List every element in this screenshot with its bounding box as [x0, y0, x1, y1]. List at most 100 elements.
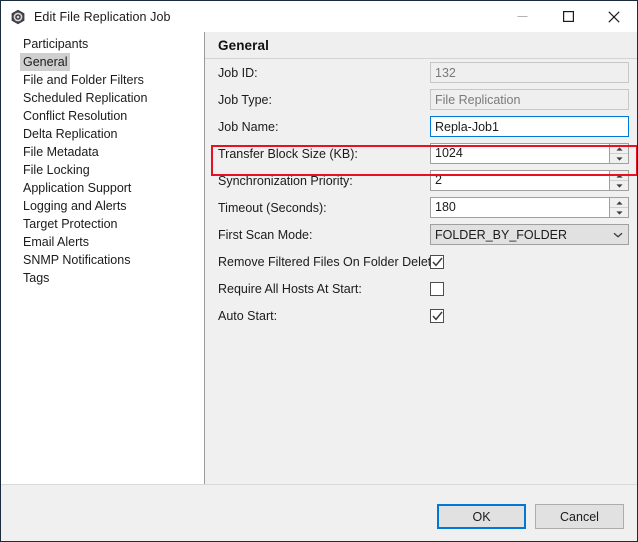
sync-priority-value: 2: [431, 171, 609, 190]
maximize-icon: [563, 11, 574, 22]
remove-filtered-files-checkbox[interactable]: [430, 255, 444, 269]
transfer-block-size-label: Transfer Block Size (KB):: [218, 147, 358, 161]
pane-header: General: [205, 32, 637, 59]
job-name-input[interactable]: [430, 116, 629, 137]
dialog-footer: OK Cancel: [1, 484, 637, 542]
spin-down-button[interactable]: [610, 208, 628, 217]
row-job-id: Job ID:: [205, 59, 637, 86]
row-job-name: Job Name:: [205, 113, 637, 140]
spin-up-button[interactable]: [610, 144, 628, 154]
sidebar-item-target-protection[interactable]: Target Protection: [1, 215, 204, 233]
job-type-label: Job Type:: [218, 93, 272, 107]
sidebar-item-list: ParticipantsGeneralFile and Folder Filte…: [1, 32, 204, 287]
job-name-label: Job Name:: [218, 120, 278, 134]
spin-down-button[interactable]: [610, 154, 628, 163]
first-scan-mode-label: First Scan Mode:: [218, 228, 312, 242]
sidebar-item-label: SNMP Notifications: [20, 251, 133, 269]
general-settings-pane: General Job ID: Job Type:: [205, 32, 637, 484]
sidebar-item-label: General: [20, 53, 70, 71]
edit-file-replication-job-dialog: Edit File Replication Job: [0, 0, 638, 542]
row-job-type: Job Type:: [205, 86, 637, 113]
chevron-down-icon: [616, 157, 623, 161]
sidebar-item-delta-replication[interactable]: Delta Replication: [1, 125, 204, 143]
require-all-hosts-checkbox-wrap: [430, 278, 444, 299]
close-icon: [608, 11, 620, 23]
job-type-field-wrap: [430, 89, 629, 110]
chevron-down-icon: [616, 184, 623, 188]
require-all-hosts-checkbox[interactable]: [430, 282, 444, 296]
sidebar-item-conflict-resolution[interactable]: Conflict Resolution: [1, 107, 204, 125]
row-auto-start: Auto Start:: [205, 302, 637, 329]
dialog-content: ParticipantsGeneralFile and Folder Filte…: [1, 32, 637, 484]
sidebar-item-general[interactable]: General: [1, 53, 204, 71]
sidebar-item-file-locking[interactable]: File Locking: [1, 161, 204, 179]
first-scan-mode-field-wrap: FOLDER_BY_FOLDER: [430, 224, 629, 245]
remove-filtered-files-label: Remove Filtered Files On Folder Delete:: [218, 255, 442, 269]
auto-start-checkbox[interactable]: [430, 309, 444, 323]
sidebar-item-application-support[interactable]: Application Support: [1, 179, 204, 197]
pane-title: General: [218, 38, 269, 53]
timeout-label: Timeout (Seconds):: [218, 201, 327, 215]
transfer-block-size-value: 1024: [431, 144, 609, 163]
chevron-down-icon: [616, 211, 623, 215]
sync-priority-field-wrap: 2: [430, 170, 629, 191]
timeout-stepper[interactable]: 180: [430, 197, 629, 218]
sync-priority-stepper[interactable]: 2: [430, 170, 629, 191]
sidebar-item-label: Email Alerts: [20, 233, 92, 251]
minimize-button[interactable]: [499, 1, 545, 32]
title-bar: Edit File Replication Job: [1, 1, 637, 32]
sidebar-item-logging-and-alerts[interactable]: Logging and Alerts: [1, 197, 204, 215]
sidebar-item-participants[interactable]: Participants: [1, 35, 204, 53]
sidebar-item-label: Delta Replication: [20, 125, 121, 143]
sidebar-item-label: Conflict Resolution: [20, 107, 130, 125]
job-name-field-wrap: [430, 116, 629, 137]
auto-start-checkbox-wrap: [430, 305, 444, 326]
spin-up-button[interactable]: [610, 171, 628, 181]
sidebar-item-tags[interactable]: Tags: [1, 269, 204, 287]
sidebar-item-label: File and Folder Filters: [20, 71, 147, 89]
sidebar-item-file-and-folder-filters[interactable]: File and Folder Filters: [1, 71, 204, 89]
spin-down-button[interactable]: [610, 181, 628, 190]
sidebar-item-scheduled-replication[interactable]: Scheduled Replication: [1, 89, 204, 107]
transfer-block-size-field-wrap: 1024: [430, 143, 629, 164]
transfer-block-size-spin-buttons: [609, 144, 628, 163]
sidebar-item-snmp-notifications[interactable]: SNMP Notifications: [1, 251, 204, 269]
first-scan-mode-select[interactable]: FOLDER_BY_FOLDER: [430, 224, 629, 245]
auto-start-label: Auto Start:: [218, 309, 277, 323]
minimize-icon: [517, 11, 528, 22]
timeout-value: 180: [431, 198, 609, 217]
app-hexagon-icon: [10, 9, 26, 25]
window-title: Edit File Replication Job: [34, 10, 171, 24]
chevron-down-icon: [608, 232, 628, 238]
row-sync-priority: Synchronization Priority: 2: [205, 167, 637, 194]
sidebar-item-label: File Locking: [20, 161, 93, 179]
row-require-all-hosts: Require All Hosts At Start:: [205, 275, 637, 302]
timeout-field-wrap: 180: [430, 197, 629, 218]
sidebar-item-label: File Metadata: [20, 143, 102, 161]
job-id-label: Job ID:: [218, 66, 258, 80]
checkmark-icon: [432, 311, 443, 321]
spin-up-button[interactable]: [610, 198, 628, 208]
remove-filtered-files-checkbox-wrap: [430, 251, 444, 272]
transfer-block-size-stepper[interactable]: 1024: [430, 143, 629, 164]
maximize-button[interactable]: [545, 1, 591, 32]
cancel-button[interactable]: Cancel: [535, 504, 624, 529]
job-type-input: [430, 89, 629, 110]
row-first-scan-mode: First Scan Mode: FOLDER_BY_FOLDER: [205, 221, 637, 248]
checkmark-icon: [432, 257, 443, 267]
job-id-field-wrap: [430, 62, 629, 83]
job-id-input: [430, 62, 629, 83]
row-timeout: Timeout (Seconds): 180: [205, 194, 637, 221]
ok-button[interactable]: OK: [437, 504, 526, 529]
timeout-spin-buttons: [609, 198, 628, 217]
sidebar-item-file-metadata[interactable]: File Metadata: [1, 143, 204, 161]
sidebar-item-email-alerts[interactable]: Email Alerts: [1, 233, 204, 251]
sidebar-item-label: Application Support: [20, 179, 134, 197]
sidebar-item-label: Logging and Alerts: [20, 197, 130, 215]
chevron-up-icon: [616, 147, 623, 151]
row-remove-filtered-files: Remove Filtered Files On Folder Delete:: [205, 248, 637, 275]
settings-sidebar: ParticipantsGeneralFile and Folder Filte…: [1, 32, 204, 484]
close-button[interactable]: [591, 1, 637, 32]
row-transfer-block-size: Transfer Block Size (KB): 1024: [205, 140, 637, 167]
sync-priority-spin-buttons: [609, 171, 628, 190]
